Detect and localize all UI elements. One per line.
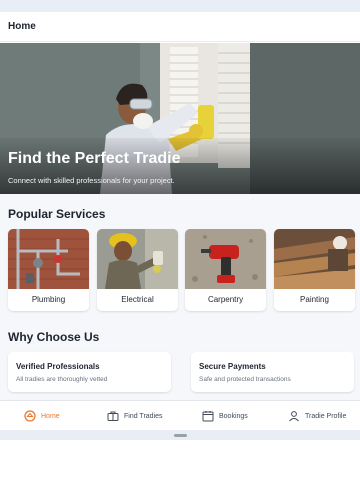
blank-area xyxy=(0,440,360,480)
service-card-electrical[interactable]: Electrical xyxy=(97,229,178,311)
nav-label: Home xyxy=(41,412,60,420)
popular-services-heading: Popular Services xyxy=(8,207,106,221)
nav-label: Bookings xyxy=(219,412,248,420)
feature-title: Verified Professionals xyxy=(16,362,100,371)
hero-subtitle: Connect with skilled professionals for y… xyxy=(8,176,175,185)
calendar-icon xyxy=(202,411,214,422)
service-card-plumbing[interactable]: Plumbing xyxy=(8,229,89,311)
person-icon xyxy=(289,411,299,422)
nav-label: Find Tradies xyxy=(124,412,163,420)
electrician-photo xyxy=(97,229,178,289)
feature-description: Safe and protected transactions xyxy=(199,376,291,383)
service-card-carpentry[interactable]: Carpentry xyxy=(185,229,266,311)
plumbing-photo xyxy=(8,229,89,289)
service-card-painting[interactable]: Painting xyxy=(274,229,355,311)
nav-item-find-tradies[interactable]: Find Tradies xyxy=(107,409,163,423)
nav-item-tradie-profile[interactable]: Tradie Profile xyxy=(288,409,346,423)
nav-item-bookings[interactable]: Bookings xyxy=(202,409,248,423)
feature-card-verified: Verified Professionals All tradies are t… xyxy=(8,352,171,392)
feature-title: Secure Payments xyxy=(199,362,266,371)
app-header: Home xyxy=(0,12,360,42)
feature-card-payments: Secure Payments Safe and protected trans… xyxy=(191,352,354,392)
drill-photo xyxy=(185,229,266,289)
home-indicator[interactable] xyxy=(174,434,187,437)
service-label: Electrical xyxy=(121,295,154,304)
hero-banner xyxy=(0,43,360,194)
service-label: Painting xyxy=(300,295,329,304)
bottom-nav: Home Find Tradies Bookings Tradie Profil… xyxy=(0,400,360,430)
page-title: Home xyxy=(8,21,36,32)
briefcase-icon xyxy=(107,411,119,421)
service-label: Carpentry xyxy=(207,295,244,304)
nav-item-home[interactable]: Home xyxy=(24,409,60,423)
wood-workshop-photo xyxy=(274,229,355,289)
nav-label: Tradie Profile xyxy=(305,412,347,420)
status-bar-strip xyxy=(0,0,360,12)
feature-description: All tradies are thoroughly vetted xyxy=(16,376,108,383)
home-icon xyxy=(24,410,36,422)
why-choose-us-heading: Why Choose Us xyxy=(8,330,100,344)
service-label: Plumbing xyxy=(31,295,66,304)
hero-title: Find the Perfect Tradie xyxy=(8,150,181,167)
